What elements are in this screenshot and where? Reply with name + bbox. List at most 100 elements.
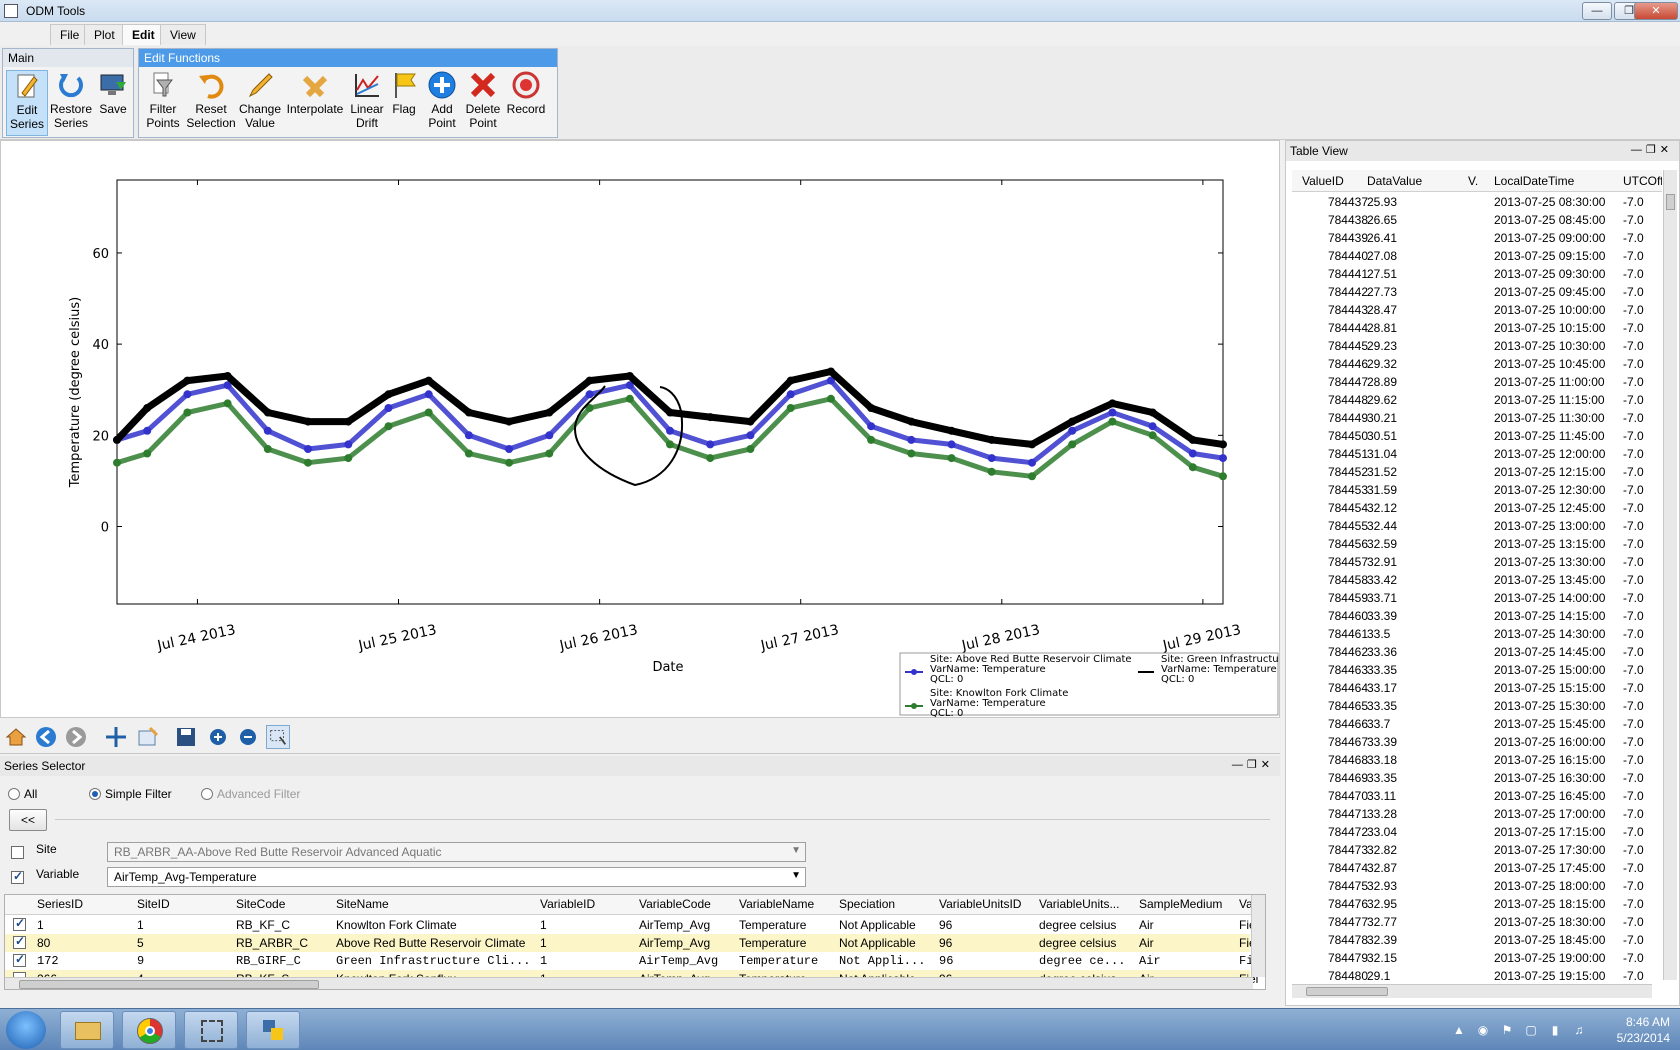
column-header[interactable]: VariableUnitsID xyxy=(939,897,1021,911)
table-row[interactable]: 784462 33.36 2013-07-25 14:45:00 -7.0 xyxy=(1292,644,1662,662)
column-header[interactable]: VariableID xyxy=(540,897,595,911)
data-point[interactable] xyxy=(746,417,755,426)
data-point[interactable] xyxy=(826,394,835,403)
data-point[interactable] xyxy=(344,440,353,449)
forward-arrow-icon[interactable] xyxy=(64,725,88,749)
table-row[interactable]: 784438 26.65 2013-07-25 08:45:00 -7.0 xyxy=(1292,212,1662,230)
data-point[interactable] xyxy=(666,440,674,449)
data-point[interactable] xyxy=(1068,426,1077,435)
data-point[interactable] xyxy=(464,449,473,458)
minimize-button[interactable]: — xyxy=(1582,2,1612,20)
dock-buttons[interactable]: —❐✕ xyxy=(1631,143,1673,156)
table-row[interactable]: 784453 31.59 2013-07-25 12:30:00 -7.0 xyxy=(1292,482,1662,500)
column-header[interactable]: DataValue xyxy=(1367,174,1422,188)
data-point[interactable] xyxy=(706,454,715,463)
data-point[interactable] xyxy=(625,372,634,380)
linear-drift-button[interactable]: Linear Drift xyxy=(347,70,387,130)
table-row[interactable]: 784474 32.87 2013-07-25 17:45:00 -7.0 xyxy=(1292,860,1662,878)
data-point[interactable] xyxy=(987,467,996,476)
table-row[interactable]: 784476 32.95 2013-07-25 18:15:00 -7.0 xyxy=(1292,896,1662,914)
data-point[interactable] xyxy=(987,454,996,463)
record-button[interactable]: Record xyxy=(505,70,547,116)
data-point[interactable] xyxy=(223,399,232,408)
table-row[interactable]: 784443 28.47 2013-07-25 10:00:00 -7.0 xyxy=(1292,302,1662,320)
data-point[interactable] xyxy=(143,404,152,412)
table-row[interactable]: 784449 30.21 2013-07-25 11:30:00 -7.0 xyxy=(1292,410,1662,428)
data-point[interactable] xyxy=(505,417,514,426)
data-point[interactable] xyxy=(826,367,835,376)
table-row[interactable]: 784478 32.39 2013-07-25 18:45:00 -7.0 xyxy=(1292,932,1662,950)
menu-plot[interactable]: Plot xyxy=(84,24,125,45)
table-row[interactable]: 784459 33.71 2013-07-25 14:00:00 -7.0 xyxy=(1292,590,1662,608)
back-arrow-icon[interactable] xyxy=(34,725,58,749)
data-point[interactable] xyxy=(1028,458,1036,467)
column-header[interactable]: SiteName xyxy=(336,897,389,911)
data-point[interactable] xyxy=(1219,454,1227,463)
table-row[interactable]: 784477 32.77 2013-07-25 18:30:00 -7.0 xyxy=(1292,914,1662,932)
scroll-thumb[interactable] xyxy=(19,980,319,989)
table-row[interactable]: 784458 33.42 2013-07-25 13:45:00 -7.0 xyxy=(1292,572,1662,590)
data-point[interactable] xyxy=(1148,431,1157,440)
data-point[interactable] xyxy=(987,435,996,444)
zoom-out-icon[interactable] xyxy=(236,725,260,749)
table-row[interactable]: 784470 33.11 2013-07-25 16:45:00 -7.0 xyxy=(1292,788,1662,806)
menu-view[interactable]: View xyxy=(160,24,206,45)
zoom-in-icon[interactable] xyxy=(206,725,230,749)
series-row-checkbox[interactable] xyxy=(13,934,26,949)
table-view-horizontal-scrollbar[interactable] xyxy=(1292,984,1652,998)
data-point[interactable] xyxy=(666,426,674,435)
table-row[interactable]: 784439 26.41 2013-07-25 09:00:00 -7.0 xyxy=(1292,230,1662,248)
data-point[interactable] xyxy=(666,408,674,417)
table-row[interactable]: 784455 32.44 2013-07-25 13:00:00 -7.0 xyxy=(1292,518,1662,536)
add-point-button[interactable]: Add Point xyxy=(423,70,461,130)
table-row[interactable]: 784456 32.59 2013-07-25 13:15:00 -7.0 xyxy=(1292,536,1662,554)
column-header[interactable]: SiteID xyxy=(137,897,170,911)
data-point[interactable] xyxy=(625,394,634,403)
data-point[interactable] xyxy=(143,426,152,435)
table-row[interactable]: 784460 33.39 2013-07-25 14:15:00 -7.0 xyxy=(1292,608,1662,626)
data-point[interactable] xyxy=(464,408,473,417)
data-point[interactable] xyxy=(505,445,514,453)
data-point[interactable] xyxy=(113,458,121,467)
table-row[interactable]: 784454 32.12 2013-07-25 12:45:00 -7.0 xyxy=(1292,500,1662,518)
data-point[interactable] xyxy=(1219,440,1227,449)
chrome-icon[interactable] xyxy=(122,1011,176,1049)
data-point[interactable] xyxy=(223,372,232,380)
table-row[interactable]: 784457 32.91 2013-07-25 13:30:00 -7.0 xyxy=(1292,554,1662,572)
series-table-vertical-scrollbar[interactable] xyxy=(1251,895,1265,977)
series-row-checkbox[interactable] xyxy=(13,952,26,967)
reset-selection-button[interactable]: Reset Selection xyxy=(185,70,237,130)
data-point[interactable] xyxy=(304,458,312,467)
table-row[interactable]: 784446 29.32 2013-07-25 10:45:00 -7.0 xyxy=(1292,356,1662,374)
column-header[interactable]: ValueID xyxy=(1302,174,1344,188)
edit-series-button[interactable]: Edit Series xyxy=(6,70,48,136)
table-row[interactable]: 784437 25.93 2013-07-25 08:30:00 -7.0 xyxy=(1292,194,1662,212)
configure-subplots-icon[interactable] xyxy=(136,725,160,749)
scroll-thumb[interactable] xyxy=(1666,194,1675,210)
data-point[interactable] xyxy=(786,390,795,399)
volume-icon[interactable]: ♫ xyxy=(1572,1023,1586,1037)
filter-all-radio[interactable]: All xyxy=(8,787,37,801)
change-value-button[interactable]: Change Value xyxy=(237,70,283,130)
column-header[interactable]: V. xyxy=(1468,174,1478,188)
table-row[interactable]: 784466 33.7 2013-07-25 15:45:00 -7.0 xyxy=(1292,716,1662,734)
data-point[interactable] xyxy=(947,426,956,435)
data-point[interactable] xyxy=(344,417,353,426)
python-icon[interactable] xyxy=(246,1011,300,1049)
series-table-horizontal-scrollbar[interactable] xyxy=(5,977,1253,989)
table-row[interactable]: 784442 27.73 2013-07-25 09:45:00 -7.0 xyxy=(1292,284,1662,302)
data-point[interactable] xyxy=(1028,472,1036,481)
data-point[interactable] xyxy=(1108,417,1117,426)
table-row[interactable]: 784450 30.51 2013-07-25 11:45:00 -7.0 xyxy=(1292,428,1662,446)
table-row[interactable]: 784475 32.93 2013-07-25 18:00:00 -7.0 xyxy=(1292,878,1662,896)
table-row[interactable]: 784445 29.23 2013-07-25 10:30:00 -7.0 xyxy=(1292,338,1662,356)
data-point[interactable] xyxy=(183,376,192,385)
series-row[interactable]: 80 5 RB_ARBR_C Above Red Butte Reservoir Cl… xyxy=(5,934,1258,952)
table-row[interactable]: 784467 33.39 2013-07-25 16:00:00 -7.0 xyxy=(1292,734,1662,752)
data-point[interactable] xyxy=(1188,463,1197,472)
table-row[interactable]: 784452 31.52 2013-07-25 12:15:00 -7.0 xyxy=(1292,464,1662,482)
data-point[interactable] xyxy=(1028,440,1036,449)
table-row[interactable]: 784448 29.62 2013-07-25 11:15:00 -7.0 xyxy=(1292,392,1662,410)
interpolate-button[interactable]: Interpolate xyxy=(283,70,347,116)
data-point[interactable] xyxy=(706,440,715,449)
